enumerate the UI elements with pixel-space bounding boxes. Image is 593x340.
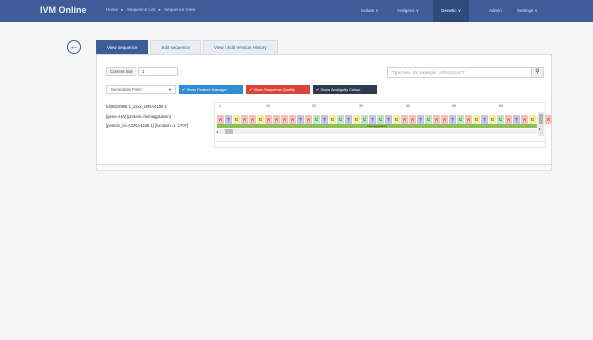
horizontal-scrollbar[interactable] xyxy=(217,129,537,134)
scroll-left-icon[interactable]: ◂ xyxy=(216,129,218,134)
show-feature-manager-button[interactable]: ✔ Show Feature Manager xyxy=(179,85,243,94)
nav-settings[interactable]: Settings ∨ xyxy=(517,0,538,22)
nucleotide-cell[interactable]: C xyxy=(457,115,465,124)
feature-bar[interactable]: Hemagglutinin xyxy=(217,124,537,128)
nucleotide-cell[interactable]: T xyxy=(345,115,353,124)
breadcrumb-sequence-view: Sequence View xyxy=(164,7,196,12)
ruler-tick-label: 60 xyxy=(499,104,503,108)
show-ambiguity-colour-button[interactable]: ✔ Show Ambiguity Colour xyxy=(313,85,377,94)
panel-footer xyxy=(96,165,552,171)
back-arrow-icon[interactable]: ← xyxy=(67,40,81,54)
display-mode-select[interactable]: Nucleotide Form ▼ xyxy=(106,85,176,94)
nucleotide-cell[interactable]: A xyxy=(265,115,273,124)
nucleotide-cell[interactable]: A xyxy=(521,115,529,124)
nucleotide-cell[interactable]: C xyxy=(377,115,385,124)
nucleotide-cell[interactable]: C xyxy=(337,115,345,124)
breadcrumb: Home ▸ Sequence List ▸ Sequence View xyxy=(106,7,197,13)
breadcrumb-home[interactable]: Home xyxy=(106,7,118,12)
nucleotide-cell[interactable]: G xyxy=(393,115,401,124)
sequence-track[interactable]: 1 10 20 30 40 50 60 ATGAAGAAAATACTGCTGCTCTGAAT… xyxy=(214,102,553,148)
breadcrumb-sequence-list[interactable]: Sequence List xyxy=(127,7,156,12)
divider xyxy=(215,141,547,142)
nucleotide-cell[interactable]: C xyxy=(497,115,505,124)
current-site-input[interactable]: 1 xyxy=(138,67,178,76)
nucleotide-cell[interactable]: T xyxy=(297,115,305,124)
nucleotide-cell[interactable]: A xyxy=(273,115,281,124)
position-ruler: 1 10 20 30 40 50 60 xyxy=(215,103,537,112)
sequence-panel: Current Site 1 Type here. Ex: example : … xyxy=(96,54,553,165)
nucleotide-cell[interactable]: G xyxy=(473,115,481,124)
ruler-tick-label: 20 xyxy=(312,104,316,108)
nucleotide-cell[interactable]: G xyxy=(489,115,497,124)
nucleotide-cell[interactable]: A xyxy=(545,115,553,124)
nucleotide-cell[interactable]: T xyxy=(369,115,377,124)
nucleotide-cell[interactable]: C xyxy=(361,115,369,124)
nucleotide-cell[interactable]: T xyxy=(481,115,489,124)
display-mode-value: Nucleotide Form xyxy=(111,87,142,92)
nucleotide-cell[interactable]: A xyxy=(505,115,513,124)
nucleotide-cell[interactable]: A xyxy=(433,115,441,124)
nucleotide-cell[interactable]: T xyxy=(321,115,329,124)
scrollbar-thumb[interactable] xyxy=(225,129,233,134)
sequence-name-line[interactable]: lcl|9910995 1_xxxx_x0RA4186 1 xyxy=(106,102,213,112)
top-navbar: IVM Online Home ▸ Sequence List ▸ Sequen… xyxy=(0,0,593,22)
nucleotide-cell[interactable]: A xyxy=(401,115,409,124)
nucleotide-cell[interactable]: G xyxy=(329,115,337,124)
chevron-down-icon: ▼ xyxy=(168,87,172,92)
vertical-scrollbar[interactable] xyxy=(538,112,544,136)
search-icon[interactable]: ⚲ xyxy=(532,67,544,78)
nucleotide-cell[interactable]: T xyxy=(513,115,521,124)
breadcrumb-separator: ▸ xyxy=(121,7,124,12)
nav-genetic[interactable]: Genetic ∨ xyxy=(433,0,470,22)
nucleotide-cell[interactable]: G xyxy=(257,115,265,124)
nucleotide-cell[interactable]: G xyxy=(529,115,537,124)
nucleotide-cell[interactable]: A xyxy=(305,115,313,124)
tab-view-sequence[interactable]: View sequence xyxy=(96,40,149,54)
nucleotide-cell[interactable]: T xyxy=(225,115,233,124)
nucleotide-row: ATGAAGAAAATACTGCTGCTCTGAATCAATCAGTGCATAG… xyxy=(217,115,553,124)
nucleotide-cell[interactable]: C xyxy=(425,115,433,124)
nucleotide-cell[interactable]: A xyxy=(281,115,289,124)
ruler-tick-label: 10 xyxy=(266,104,270,108)
nav-antigens[interactable]: Antigens ∨ xyxy=(397,0,419,22)
breadcrumb-separator: ▸ xyxy=(158,7,161,12)
nucleotide-cell[interactable]: A xyxy=(241,115,249,124)
tab-edit-sequence[interactable]: Edit sequence xyxy=(150,40,201,54)
nucleotide-cell[interactable]: T xyxy=(385,115,393,124)
nucleotide-cell[interactable]: A xyxy=(441,115,449,124)
sequence-name-line: [gene=HA] [protein=hemagglutinin] xyxy=(106,113,171,119)
nucleotide-cell[interactable]: G xyxy=(233,115,241,124)
nucleotide-cell[interactable]: A xyxy=(249,115,257,124)
nucleotide-cell[interactable]: A xyxy=(465,115,473,124)
nav-admin[interactable]: Admin xyxy=(489,0,502,22)
scrollbar-thumb[interactable] xyxy=(539,114,543,124)
ruler-tick-label: 30 xyxy=(359,104,363,108)
nucleotide-cell[interactable]: T xyxy=(417,115,425,124)
ruler-tick-label: 1 xyxy=(219,104,221,108)
nucleotide-cell[interactable]: G xyxy=(353,115,361,124)
scroll-right-icon[interactable]: ▸ xyxy=(539,126,541,131)
nucleotide-cell[interactable]: T xyxy=(449,115,457,124)
app-brand[interactable]: IVM Online xyxy=(40,5,87,15)
current-site-label: Current Site xyxy=(106,67,136,76)
nav-isolate[interactable]: Isolate ∨ xyxy=(361,0,379,22)
sequence-viewer: lcl|9910995 1_xxxx_x0RA4186 1 [gene=HA] … xyxy=(106,102,553,148)
nucleotide-cell[interactable]: A xyxy=(409,115,417,124)
sequence-search-input[interactable]: Type here. Ex: example : ATGGGCATT xyxy=(387,67,532,78)
sequence-tabs: View sequence Edit sequence View / Edit … xyxy=(96,40,280,54)
sequence-names: lcl|9910995 1_xxxx_x0RA4186 1 [gene=HA] … xyxy=(106,102,213,148)
ruler-tick-label: 50 xyxy=(452,104,456,108)
nucleotide-cell[interactable]: A xyxy=(289,115,297,124)
sequence-name-line: [protein_id=AGRA4186 1] [location=1..170… xyxy=(106,123,189,128)
nucleotide-cell[interactable]: A xyxy=(217,115,225,124)
show-sequence-quality-button[interactable]: ✔ Show Sequence Quality xyxy=(246,85,310,94)
nucleotide-cell[interactable]: C xyxy=(313,115,321,124)
ruler-tick-label: 40 xyxy=(406,104,410,108)
tab-version-history[interactable]: View / Edit Version History xyxy=(202,40,278,54)
